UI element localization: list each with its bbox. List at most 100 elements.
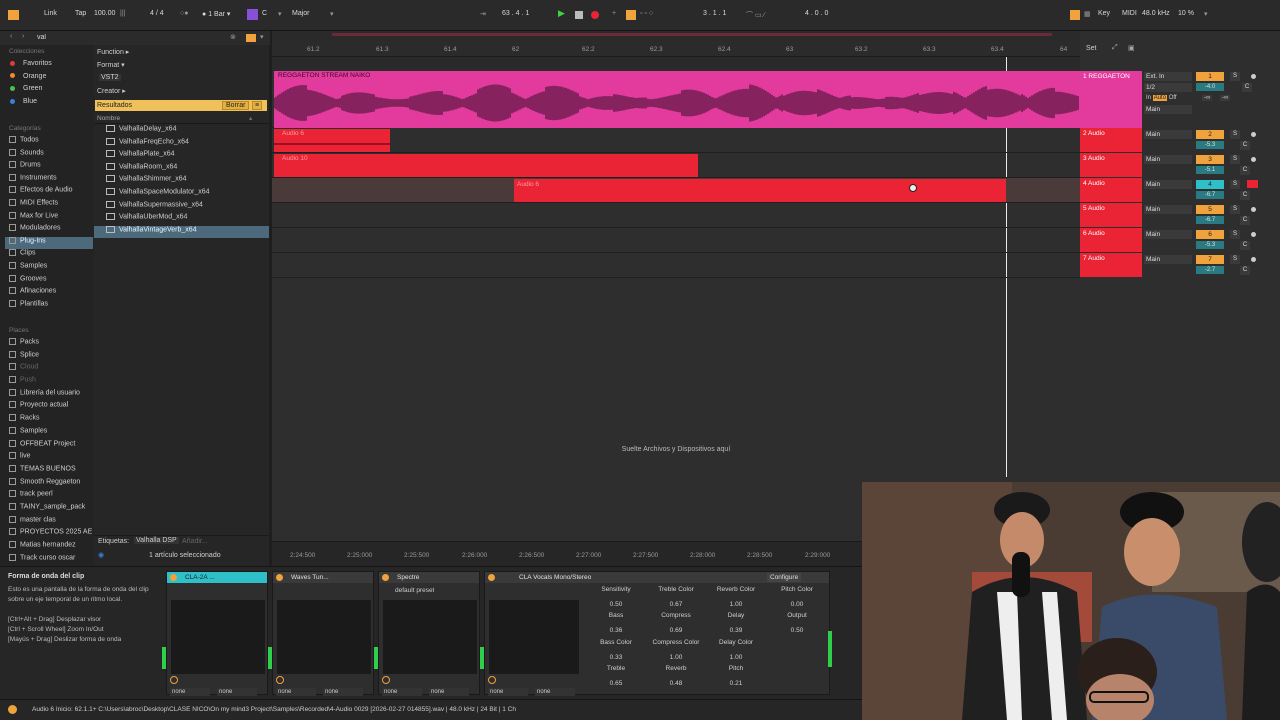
- set-button[interactable]: Set: [1086, 45, 1097, 52]
- device-input-select[interactable]: none: [276, 688, 316, 696]
- browser-option-icon[interactable]: [246, 34, 256, 42]
- result-item[interactable]: ValhallaPlate_x64: [94, 150, 269, 163]
- track-header[interactable]: 2 Audio: [1080, 128, 1142, 152]
- configure-button[interactable]: Configure: [767, 573, 802, 582]
- category-item-selected[interactable]: Plug-Ins: [5, 236, 93, 250]
- collection-item[interactable]: Favoritos: [10, 60, 52, 73]
- collection-item[interactable]: Orange: [10, 73, 52, 86]
- arm-icon[interactable]: [1251, 207, 1256, 212]
- device-power-icon[interactable]: [382, 574, 389, 581]
- device-input-select[interactable]: none: [488, 688, 528, 696]
- scale-select[interactable]: Major: [292, 10, 310, 17]
- audio-clip-reggaeton[interactable]: REGGAETON STREAM NAIKO: [274, 71, 1080, 128]
- track-activator[interactable]: 4: [1196, 180, 1224, 189]
- category-item[interactable]: Drums: [9, 161, 93, 174]
- input-select[interactable]: Main: [1144, 155, 1192, 164]
- track-lane-5[interactable]: [272, 203, 1080, 228]
- input-select[interactable]: Main: [1144, 205, 1192, 214]
- param-value[interactable]: 0.39: [711, 627, 761, 634]
- input-select[interactable]: Main: [1144, 230, 1192, 239]
- send-b-field[interactable]: -∞: [1220, 95, 1231, 101]
- chevron-down-icon[interactable]: ▾: [260, 33, 264, 41]
- pan-field[interactable]: C: [1240, 266, 1250, 275]
- tempo-field[interactable]: 100.00: [94, 10, 115, 17]
- loop-length-field[interactable]: 4 . 0 . 0: [805, 10, 828, 17]
- param-value[interactable]: 0.33: [591, 654, 641, 661]
- volume-field[interactable]: -2.7: [1196, 266, 1224, 274]
- name-column-header[interactable]: Nombre: [97, 115, 120, 122]
- arm-icon[interactable]: [1251, 132, 1256, 137]
- category-item[interactable]: Todos: [9, 136, 93, 149]
- volume-field[interactable]: -5.1: [1196, 166, 1224, 174]
- plugin-window[interactable]: [383, 600, 477, 674]
- track-lane-2[interactable]: Audio 6: [272, 128, 1080, 153]
- param-value[interactable]: 0.69: [651, 627, 701, 634]
- arrangement-position[interactable]: 63 . 4 . 1: [502, 10, 529, 17]
- input-select[interactable]: Main: [1144, 130, 1192, 139]
- place-item[interactable]: Packs: [9, 338, 93, 351]
- param-value[interactable]: 0.50: [772, 627, 822, 634]
- result-item[interactable]: ValhallaRoom_x64: [94, 162, 269, 176]
- track-header[interactable]: 4 Audio: [1080, 178, 1142, 202]
- track-header[interactable]: 1 REGGAETON: [1080, 71, 1142, 128]
- device-input-select[interactable]: none: [382, 688, 422, 696]
- place-item[interactable]: Proyecto actual: [9, 401, 93, 414]
- category-item[interactable]: Clips: [9, 249, 93, 262]
- result-item-selected[interactable]: ValhallaVintageVerb_x64: [94, 225, 269, 239]
- param-value[interactable]: 0.21: [711, 680, 761, 687]
- plugin-window[interactable]: [489, 600, 579, 674]
- device-power-icon[interactable]: [170, 574, 177, 581]
- place-item[interactable]: Track curso oscar: [9, 553, 93, 567]
- solo-button[interactable]: S: [1230, 205, 1240, 214]
- automation-arm-icon[interactable]: [626, 10, 636, 20]
- pan-field[interactable]: C: [1240, 216, 1250, 225]
- device-channel-select[interactable]: none: [429, 688, 469, 696]
- pan-field[interactable]: C: [1240, 241, 1250, 250]
- send-a-field[interactable]: -∞: [1202, 95, 1213, 101]
- param-value[interactable]: 0.50: [591, 601, 641, 608]
- param-value[interactable]: 0.00: [772, 601, 822, 608]
- arm-icon[interactable]: [1251, 74, 1256, 79]
- sidechain-icon[interactable]: [170, 676, 178, 684]
- arm-icon[interactable]: [1251, 257, 1256, 262]
- record-icon[interactable]: [591, 11, 599, 19]
- device-input-select[interactable]: none: [170, 688, 210, 696]
- plugin-window[interactable]: [277, 600, 371, 674]
- place-item[interactable]: Smooth Reggaeton: [9, 477, 93, 491]
- result-item[interactable]: ValhallaSupermassive_x64: [94, 200, 269, 214]
- back-icon[interactable]: ‹: [10, 33, 12, 40]
- grid-icon[interactable]: ▦: [1084, 10, 1091, 18]
- place-item[interactable]: OFFBEAT Project: [9, 439, 93, 453]
- arm-button-active[interactable]: [1247, 180, 1258, 188]
- clear-search-icon[interactable]: ⊗: [230, 33, 236, 41]
- filter-menu-icon[interactable]: ≡: [252, 101, 263, 110]
- follow-icon[interactable]: ⇥: [480, 10, 486, 18]
- plugin-window[interactable]: [171, 600, 265, 674]
- sidechain-icon[interactable]: [276, 676, 284, 684]
- monitor-switch[interactable]: In Auto Off: [1146, 95, 1177, 101]
- place-item[interactable]: Samples: [9, 426, 93, 440]
- param-value[interactable]: 1.00: [651, 654, 701, 661]
- category-item[interactable]: Sounds: [9, 148, 93, 162]
- category-item[interactable]: Plantillas: [9, 299, 93, 313]
- quantize-select[interactable]: ● 1 Bar ▾: [202, 10, 230, 18]
- device-power-icon[interactable]: [276, 574, 283, 581]
- loop-icon[interactable]: ▫ ▫ ○: [640, 10, 653, 17]
- param-value[interactable]: 0.67: [651, 601, 701, 608]
- track-lane-1[interactable]: REGGAETON STREAM NAIKO: [272, 71, 1080, 128]
- place-item[interactable]: Librería del usuario: [9, 388, 93, 402]
- device-title[interactable]: Spectre: [379, 572, 479, 583]
- draw-mode-icon[interactable]: [1070, 10, 1080, 20]
- track-lane-6[interactable]: [272, 228, 1080, 253]
- category-item[interactable]: Max for Live: [9, 211, 93, 225]
- metronome-bars-icon[interactable]: |||: [120, 10, 125, 17]
- device-channel-select[interactable]: none: [217, 688, 257, 696]
- category-item[interactable]: Afinaciones: [9, 287, 93, 300]
- place-item[interactable]: TAINY_sample_pack: [9, 502, 93, 516]
- param-value[interactable]: 1.00: [711, 601, 761, 608]
- param-value[interactable]: 0.48: [651, 680, 701, 687]
- overview-strip[interactable]: [272, 31, 1080, 41]
- midi-map-button[interactable]: MIDI: [1122, 10, 1137, 17]
- solo-button[interactable]: S: [1230, 230, 1240, 239]
- volume-field[interactable]: -5.3: [1196, 141, 1224, 149]
